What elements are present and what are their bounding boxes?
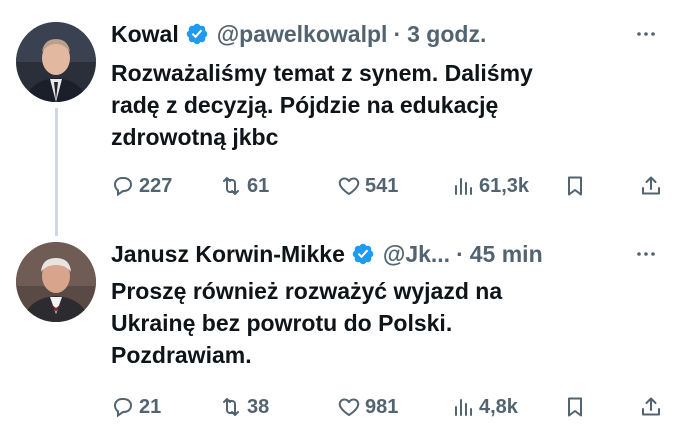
views-chart-icon — [455, 399, 472, 416]
more-dots-icon[interactable] — [632, 20, 660, 48]
share-button[interactable] — [639, 391, 663, 423]
bookmark-icon — [568, 397, 582, 417]
bookmark-icon — [568, 176, 582, 196]
author-name[interactable]: Kowal — [111, 21, 179, 48]
retweet-button[interactable]: 61 — [219, 170, 269, 202]
reply-button[interactable]: 21 — [111, 391, 161, 423]
tweet-text-line: Rozważaliśmy temat z synem. Daliśmy — [111, 60, 533, 86]
verified-badge-icon[interactable] — [351, 242, 375, 266]
heart-icon — [338, 177, 360, 195]
author-handle[interactable]: @pawelkowalpl — [217, 21, 388, 48]
tweet-text-line: zdrowotną jkbc — [111, 124, 279, 150]
tweet-text-line: radę z decyzją. Pójdzie na edukację — [111, 92, 499, 118]
tweet-time[interactable]: 45 min — [470, 241, 543, 268]
tweet-text: Proszę również rozważyć wyjazd na Ukrain… — [111, 275, 650, 371]
avatar-kowal[interactable] — [16, 22, 96, 102]
like-count: 541 — [365, 174, 399, 197]
share-button[interactable] — [639, 170, 663, 202]
reply-button[interactable]: 227 — [111, 170, 172, 202]
views-chart-icon — [455, 178, 472, 195]
bookmark-button[interactable] — [563, 391, 587, 423]
like-button[interactable]: 981 — [337, 391, 398, 423]
retweet-button[interactable]: 38 — [219, 391, 269, 423]
tweet-text-line: Pozdrawiam. — [111, 342, 252, 368]
verified-badge-icon[interactable] — [185, 22, 209, 46]
like-count: 981 — [365, 395, 399, 418]
tweet-header: Janusz Korwin-Mikke @Jk... · 45 min — [111, 236, 660, 272]
avatar-korwin-mikke[interactable] — [16, 242, 96, 322]
separator-dot: · — [393, 20, 402, 47]
author-name[interactable]: Janusz Korwin-Mikke — [111, 241, 345, 268]
tweet-text-line: Proszę również rozważyć wyjazd na — [111, 278, 503, 304]
thread-line — [55, 108, 58, 236]
tweet-time[interactable]: 3 godz. — [407, 21, 486, 48]
more-dots-icon[interactable] — [632, 240, 660, 268]
author-handle[interactable]: @Jk... — [383, 241, 450, 268]
avatar-kowal-image — [16, 22, 96, 102]
retweet-icon — [223, 177, 239, 195]
views-count: 61,3k — [479, 174, 530, 197]
share-icon — [642, 397, 660, 416]
views-button[interactable]: 61,3k — [451, 170, 529, 202]
like-button[interactable]: 541 — [337, 170, 398, 202]
reply-count: 227 — [139, 174, 173, 197]
views-button[interactable]: 4,8k — [451, 391, 518, 423]
tweet-2[interactable]: Janusz Korwin-Mikke @Jk... · 45 min Pros… — [0, 225, 680, 431]
bookmark-button[interactable] — [563, 170, 587, 202]
tweet-1[interactable]: Kowal @pawelkowalpl · 3 godz. Rozważaliś… — [0, 0, 680, 236]
tweet-text-line: Ukrainę bez powrotu do Polski. — [111, 310, 453, 336]
retweet-count: 38 — [247, 395, 270, 418]
reply-icon — [113, 177, 133, 197]
retweet-icon — [223, 398, 239, 416]
reply-icon — [113, 398, 133, 418]
avatar-korwin-mikke-image — [16, 242, 96, 322]
views-count: 4,8k — [479, 395, 518, 418]
separator-dot: · — [456, 240, 464, 267]
reply-count: 21 — [139, 395, 162, 418]
tweet-actions: 21 38 981 4,8k — [111, 391, 660, 423]
heart-icon — [338, 398, 360, 416]
tweet-header: Kowal @pawelkowalpl · 3 godz. — [111, 16, 660, 52]
retweet-count: 61 — [247, 174, 270, 197]
tweet-actions: 227 61 541 61,3k — [111, 170, 660, 202]
share-icon — [642, 176, 660, 195]
tweet-text: Rozważaliśmy temat z synem. Daliśmy radę… — [111, 57, 650, 153]
